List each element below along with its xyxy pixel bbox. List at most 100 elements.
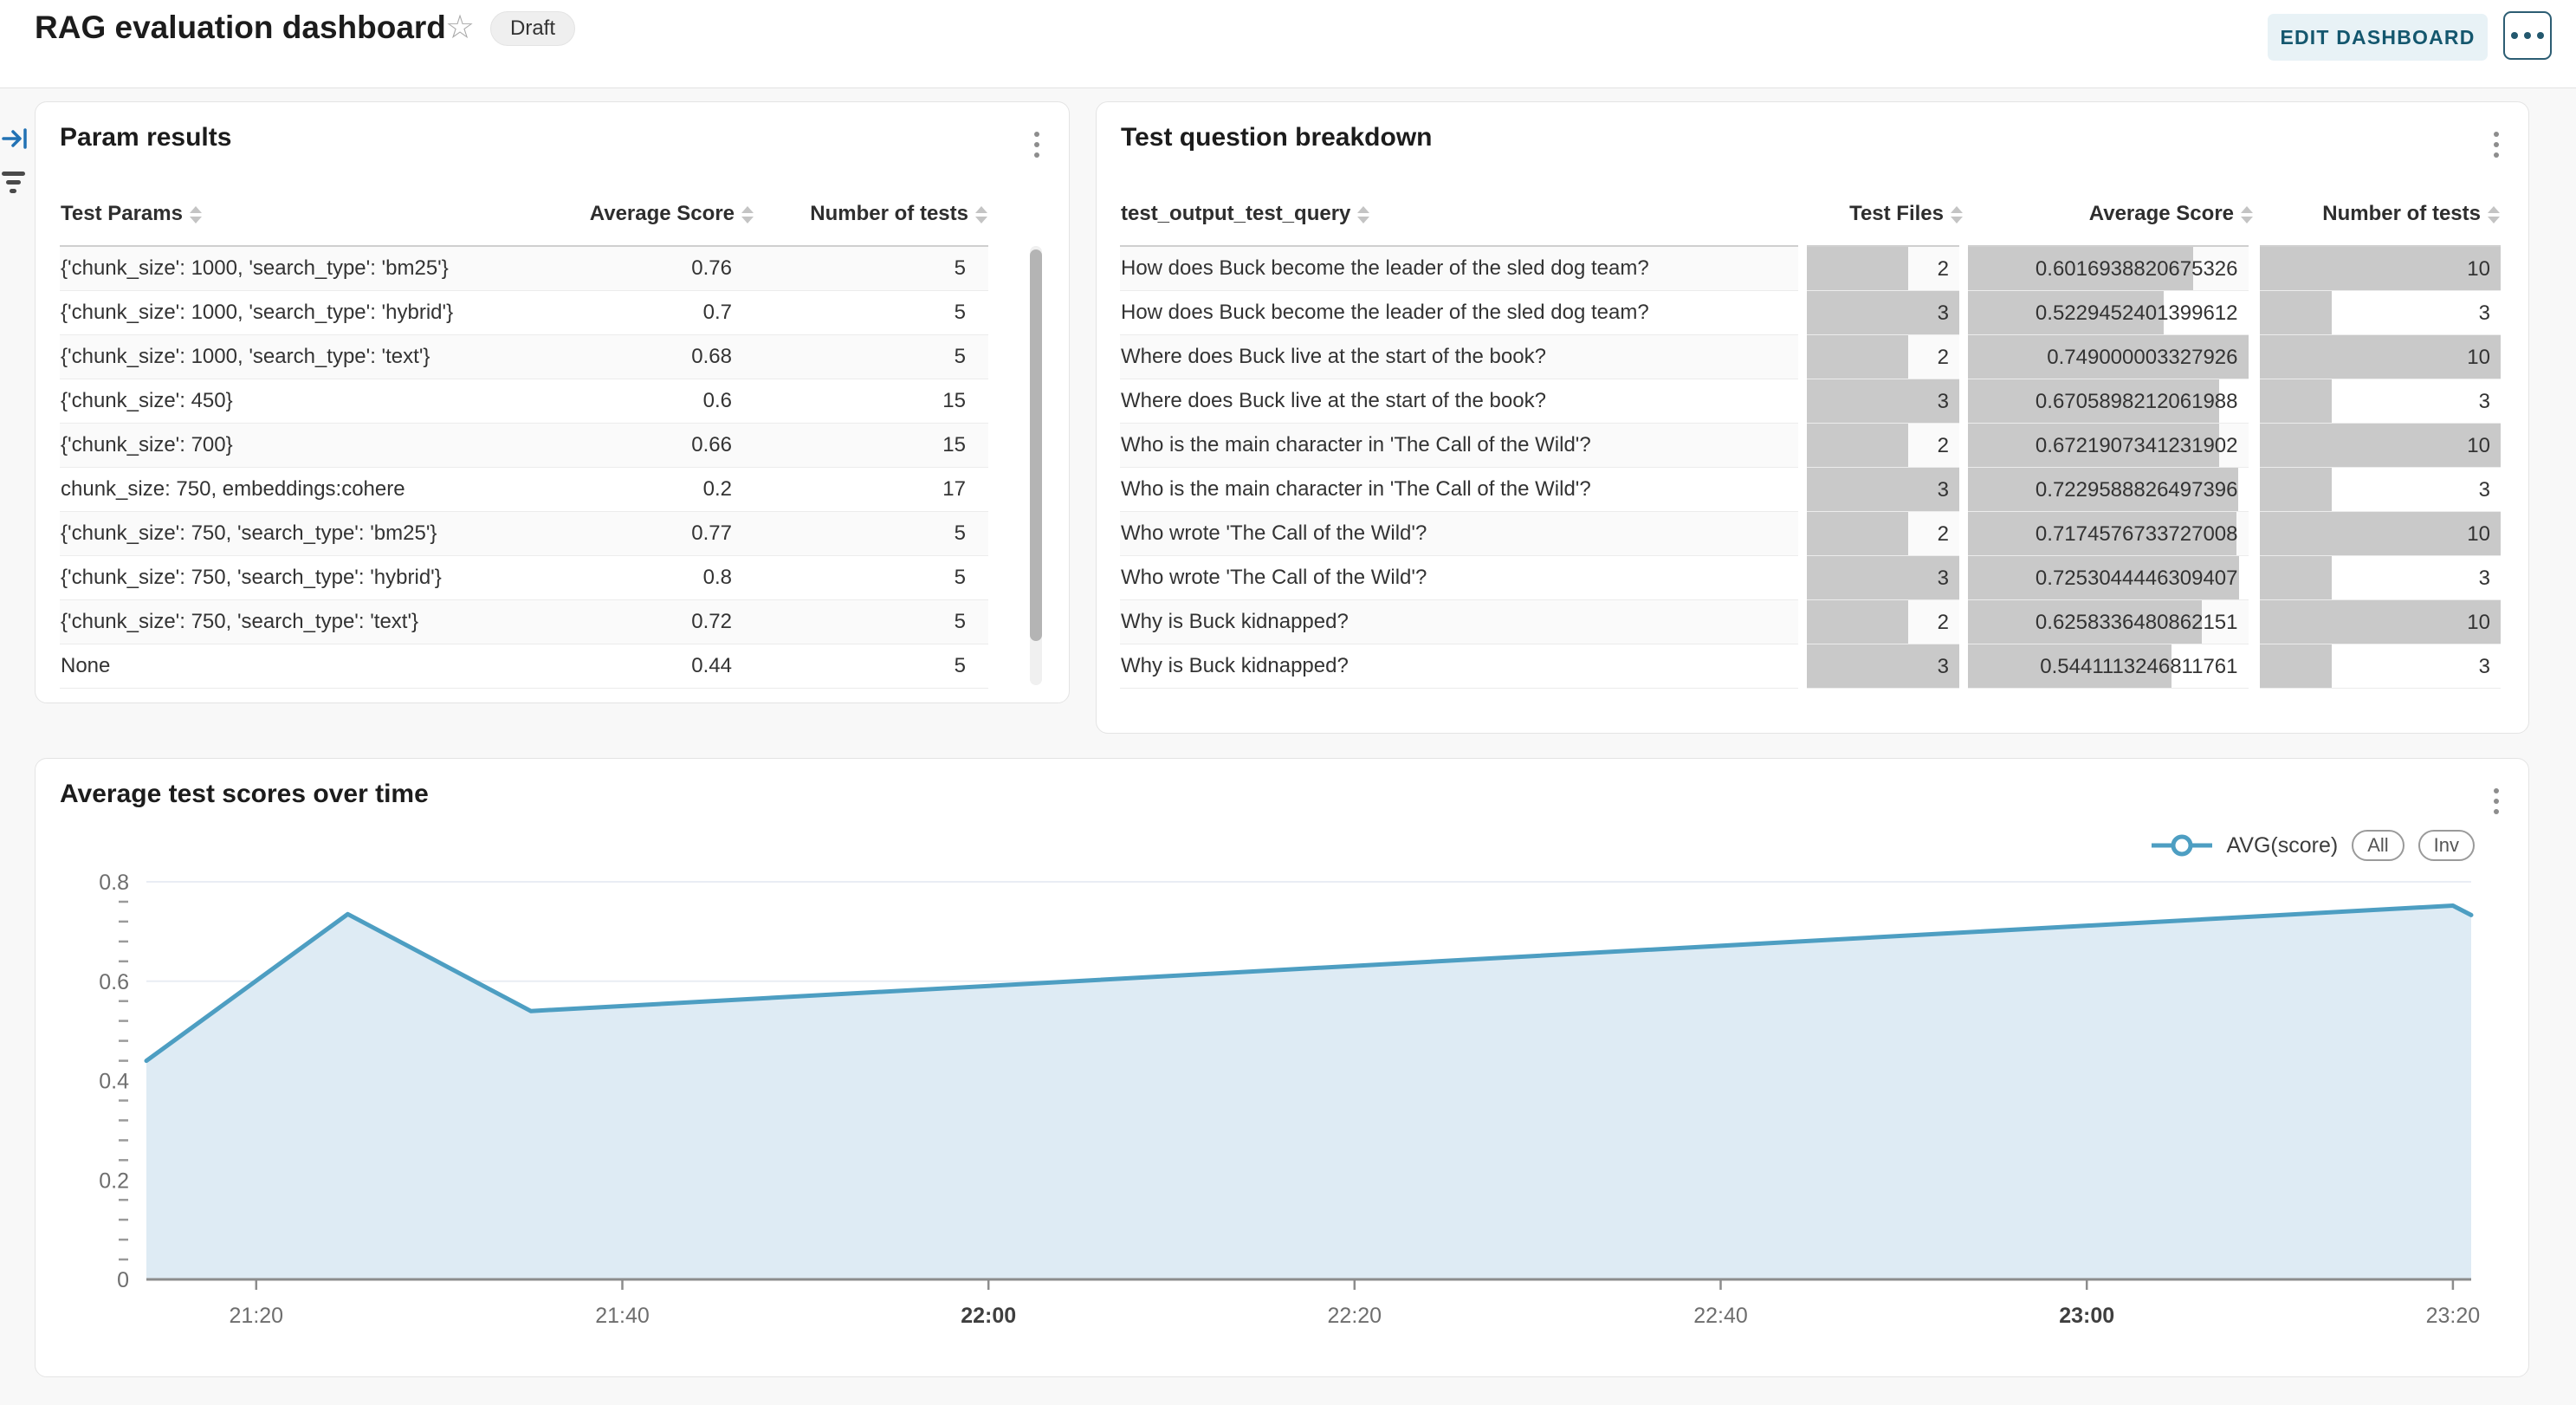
more-options-button[interactable] (2503, 11, 2552, 60)
scrollbar-thumb[interactable] (1030, 249, 1042, 641)
cell-query: Where does Buck live at the start of the… (1120, 334, 1803, 379)
cell-test-files: 3 (1803, 644, 1964, 688)
cell-average-score: 0.6258336480862151 (1964, 599, 2254, 644)
table-row: Why is Buck kidnapped?20.625833648086215… (1120, 599, 2501, 644)
cell-average-score: 0.44 (538, 644, 754, 688)
edit-dashboard-button[interactable]: EDIT DASHBOARD (2268, 14, 2488, 61)
cell-test-params: None (60, 644, 538, 688)
data-bar (2260, 335, 2502, 379)
cell-test-params: {'chunk_size': 450} (60, 379, 538, 423)
data-bar (1807, 379, 1959, 423)
table-row: None0.445 (60, 644, 988, 688)
data-bar (2260, 512, 2502, 555)
cell-number-of-tests: 5 (754, 599, 988, 644)
cell-test-files: 3 (1803, 467, 1964, 511)
question-breakdown-table: test_output_test_query Test Files Averag… (1120, 183, 2501, 689)
column-header-test-files[interactable]: Test Files (1803, 183, 1964, 246)
data-bar (1807, 556, 1959, 599)
cell-average-score: 0.7174576733727008 (1964, 511, 2254, 555)
data-bar (2260, 247, 2502, 290)
table-row: Why is Buck kidnapped?30.544111324681176… (1120, 644, 2501, 688)
data-bar (1807, 291, 1959, 334)
cell-average-score: 0.68 (538, 334, 754, 379)
panel-menu-icon[interactable] (1031, 128, 1043, 161)
data-bar (2260, 644, 2333, 688)
filter-icon[interactable] (0, 172, 26, 199)
cell-test-files: 2 (1803, 599, 1964, 644)
column-header-average-score[interactable]: Average Score (1964, 183, 2254, 246)
data-bar (2260, 424, 2502, 467)
cell-test-files: 2 (1803, 334, 1964, 379)
table-row: chunk_size: 750, embeddings:cohere0.217 (60, 467, 988, 511)
svg-text:22:40: 22:40 (1693, 1304, 1748, 1328)
sort-icon (1951, 206, 1963, 223)
cell-query: Who wrote 'The Call of the Wild'? (1120, 555, 1803, 599)
column-header-average-score[interactable]: Average Score (538, 183, 754, 246)
cell-query: Why is Buck kidnapped? (1120, 644, 1803, 688)
cell-average-score: 0.6 (538, 379, 754, 423)
table-row: How does Buck become the leader of the s… (1120, 246, 2501, 290)
cell-average-score: 0.7229588826497396 (1964, 467, 2254, 511)
cell-number-of-tests: 3 (2254, 379, 2501, 423)
cell-test-params: {'chunk_size': 700} (60, 423, 538, 467)
cell-query: Where does Buck live at the start of the… (1120, 379, 1803, 423)
data-bar (1807, 512, 1908, 555)
table-row: Where does Buck live at the start of the… (1120, 379, 2501, 423)
cell-average-score: 0.77 (538, 511, 754, 555)
status-badge: Draft (490, 11, 575, 46)
cell-number-of-tests: 5 (754, 555, 988, 599)
data-bar (1807, 247, 1908, 290)
data-bar (2260, 600, 2502, 644)
cell-test-files: 3 (1803, 555, 1964, 599)
panel-title: Param results (60, 123, 231, 152)
sort-icon (2488, 206, 2500, 223)
cell-number-of-tests: 10 (2254, 423, 2501, 467)
table-row: {'chunk_size': 750, 'search_type': 'hybr… (60, 555, 988, 599)
cell-number-of-tests: 17 (754, 467, 988, 511)
cell-test-params: {'chunk_size': 1000, 'search_type': 'hyb… (60, 290, 538, 334)
table-row: {'chunk_size': 700}0.6615 (60, 423, 988, 467)
cell-query: Who is the main character in 'The Call o… (1120, 467, 1803, 511)
table-row: {'chunk_size': 1000, 'search_type': 'tex… (60, 334, 988, 379)
column-header-test-params[interactable]: Test Params (60, 183, 538, 246)
question-breakdown-panel: Test question breakdown test_output_test… (1096, 101, 2529, 734)
table-row: Where does Buck live at the start of the… (1120, 334, 2501, 379)
sort-icon (190, 206, 202, 223)
table-row: {'chunk_size': 750, 'search_type': 'bm25… (60, 511, 988, 555)
svg-text:0.8: 0.8 (99, 871, 129, 895)
cell-average-score: 0.2 (538, 467, 754, 511)
sort-icon (741, 206, 754, 223)
cell-number-of-tests: 10 (2254, 246, 2501, 290)
svg-text:23:00: 23:00 (2059, 1304, 2114, 1328)
column-header-number-of-tests[interactable]: Number of tests (754, 183, 988, 246)
panel-menu-icon[interactable] (2490, 128, 2502, 161)
cell-test-params: {'chunk_size': 750, 'search_type': 'text… (60, 599, 538, 644)
cell-number-of-tests: 3 (2254, 644, 2501, 688)
cell-test-files: 2 (1803, 511, 1964, 555)
expand-panel-icon[interactable] (2, 125, 29, 157)
data-bar (1807, 424, 1908, 467)
data-bar (2260, 468, 2333, 511)
cell-number-of-tests: 15 (754, 379, 988, 423)
cell-number-of-tests: 5 (754, 334, 988, 379)
svg-text:22:00: 22:00 (961, 1304, 1016, 1328)
data-bar (1807, 600, 1908, 644)
cell-test-files: 2 (1803, 423, 1964, 467)
cell-number-of-tests: 5 (754, 511, 988, 555)
cell-test-params: {'chunk_size': 1000, 'search_type': 'bm2… (60, 246, 538, 290)
table-row: {'chunk_size': 450}0.615 (60, 379, 988, 423)
favorite-star-icon[interactable]: ☆ (445, 9, 475, 47)
cell-average-score: 0.7 (538, 290, 754, 334)
column-header-number-of-tests[interactable]: Number of tests (2254, 183, 2501, 246)
table-row: Who wrote 'The Call of the Wild'?20.7174… (1120, 511, 2501, 555)
table-row: Who is the main character in 'The Call o… (1120, 467, 2501, 511)
column-header-query[interactable]: test_output_test_query (1120, 183, 1803, 246)
page-title: RAG evaluation dashboard (35, 7, 446, 49)
cell-average-score: 0.66 (538, 423, 754, 467)
scrollbar-track[interactable] (1030, 246, 1042, 685)
data-bar (2260, 291, 2333, 334)
svg-text:21:20: 21:20 (230, 1304, 284, 1328)
table-row: Who wrote 'The Call of the Wild'?30.7253… (1120, 555, 2501, 599)
sort-icon (1357, 206, 1369, 223)
cell-average-score: 0.8 (538, 555, 754, 599)
